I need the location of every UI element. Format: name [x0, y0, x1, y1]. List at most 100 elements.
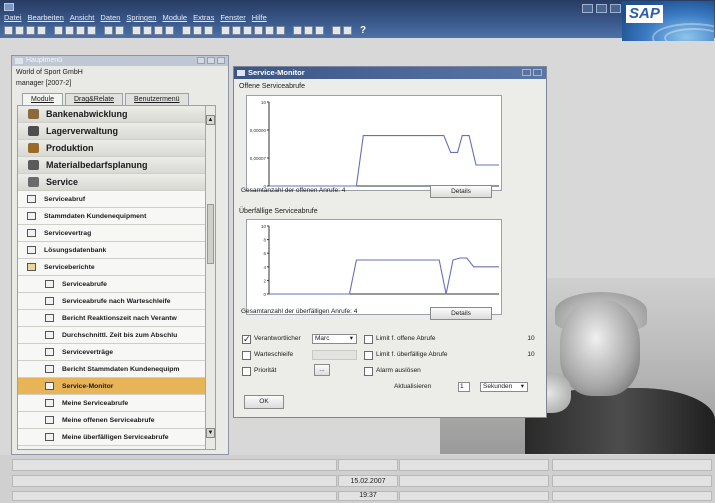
module-materialbedarfsplanung[interactable]: Materialbedarfsplanung [18, 157, 215, 174]
alert-icon[interactable] [332, 25, 341, 35]
priority-choose-button[interactable]: ... [314, 364, 330, 376]
find-icon[interactable] [104, 25, 113, 35]
scroll-up-icon[interactable]: ▲ [206, 115, 215, 125]
refresh-icon[interactable] [204, 25, 213, 35]
restore-icon[interactable] [522, 69, 531, 76]
export-icon[interactable] [37, 25, 46, 35]
tree-folder-serviceberichte[interactable]: Serviceberichte [18, 259, 215, 276]
report-service-monitor[interactable]: Service-Monitor [18, 378, 215, 395]
print-preview-icon[interactable] [15, 25, 24, 35]
module-produktion[interactable]: Produktion [18, 140, 215, 157]
minimize-icon[interactable] [582, 4, 593, 13]
calculator-icon[interactable] [54, 25, 63, 35]
report-servicevertraege[interactable]: Serviceverträge [18, 344, 215, 361]
user-fields-icon[interactable] [304, 25, 313, 35]
main-menu-titlebar[interactable]: Hauptmenü [12, 56, 228, 66]
scroll-thumb[interactable] [207, 204, 214, 264]
close-icon[interactable] [610, 4, 621, 13]
status-date: 15.02.2007 [350, 478, 386, 485]
report-icon [45, 399, 54, 407]
filter-icon[interactable] [182, 25, 191, 35]
report-reaktionszeit[interactable]: Bericht Reaktionszeit nach Verantw [18, 310, 215, 327]
overdue-details-button[interactable]: Details [430, 307, 492, 320]
menu-daten[interactable]: Daten [100, 13, 120, 22]
queue-checkbox[interactable] [242, 351, 251, 360]
limit-open-checkbox[interactable] [364, 335, 373, 344]
menu-fenster[interactable]: Fenster [220, 13, 245, 22]
previous-record-icon[interactable] [143, 25, 152, 35]
layout-designer-icon[interactable] [265, 25, 274, 35]
scroll-down-icon[interactable]: ▼ [206, 428, 215, 438]
close-icon[interactable] [217, 57, 225, 64]
app-icon[interactable] [4, 3, 14, 11]
calendar-icon[interactable] [65, 25, 74, 35]
sort-icon[interactable] [193, 25, 202, 35]
user-name: manager [2007-2] [16, 80, 72, 87]
form-icon [27, 246, 36, 254]
responsible-checkbox[interactable]: ✓ [242, 335, 251, 344]
restore-icon[interactable] [596, 4, 607, 13]
query-icon[interactable] [315, 25, 324, 35]
menu-bearbeiten[interactable]: Bearbeiten [28, 13, 64, 22]
alarm-checkbox[interactable] [364, 367, 373, 376]
limit-open-value[interactable]: 10 [519, 334, 543, 344]
refresh-unit-select[interactable]: Sekunden ▾ [480, 382, 528, 392]
print-icon[interactable] [4, 25, 13, 35]
help-icon[interactable]: ? [360, 25, 369, 35]
queue-label: Warteschleife [254, 351, 294, 358]
add-icon[interactable] [115, 25, 124, 35]
limit-overdue-checkbox[interactable] [364, 351, 373, 360]
responsible-select[interactable]: Marc ▾ [312, 334, 357, 344]
report-icon [45, 433, 54, 441]
tab-drag-relate[interactable]: Drag&Relate [64, 93, 124, 105]
tree-item-servicevertrag[interactable]: Servicevertrag [18, 225, 215, 242]
queue-field[interactable] [312, 350, 357, 360]
report-meine-serviceabrufe[interactable]: Meine Serviceabrufe [18, 395, 215, 412]
priority-checkbox[interactable] [242, 367, 251, 376]
menu-module[interactable]: Module [162, 13, 187, 22]
next-record-icon[interactable] [154, 25, 163, 35]
minimize-icon[interactable] [197, 57, 205, 64]
settings-icon[interactable] [76, 25, 85, 35]
tab-benutzermenue[interactable]: Benutzermenü [125, 93, 189, 105]
first-record-icon[interactable] [132, 25, 141, 35]
open-details-button[interactable]: Details [430, 185, 492, 198]
report-meine-ueberfaelligen[interactable]: Meine überfälligen Serviceabrufe [18, 429, 215, 446]
tree-item-loesungsdatenbank[interactable]: Lösungsdatenbank [18, 242, 215, 259]
restore-icon[interactable] [207, 57, 215, 64]
tree-item-serviceabruf[interactable]: Serviceabruf [18, 191, 215, 208]
menu-hilfe[interactable]: Hilfe [252, 13, 267, 22]
menu-datei[interactable]: Datei [4, 13, 22, 22]
gross-profit-icon[interactable] [254, 25, 263, 35]
report-warteschleife[interactable]: Serviceabrufe nach Warteschleife [18, 293, 215, 310]
report-icon [45, 365, 54, 373]
report-icon [45, 416, 54, 424]
refresh-label: Aktualisieren [394, 383, 432, 390]
menu-ansicht[interactable]: Ansicht [70, 13, 95, 22]
menu-extras[interactable]: Extras [193, 13, 214, 22]
menu-springen[interactable]: Springen [126, 13, 156, 22]
module-service[interactable]: Service [18, 174, 215, 191]
ok-button[interactable]: OK [244, 395, 284, 409]
report-abschluss[interactable]: Durchschnittl. Zeit bis zum Abschlu [18, 327, 215, 344]
target-document-icon[interactable] [232, 25, 241, 35]
tree-item-stammdaten[interactable]: Stammdaten Kundenequipment [18, 208, 215, 225]
edit-form-icon[interactable] [293, 25, 302, 35]
lock-icon[interactable] [87, 25, 96, 35]
messages-icon[interactable] [343, 25, 352, 35]
close-icon[interactable] [533, 69, 542, 76]
base-document-icon[interactable] [221, 25, 230, 35]
doc-draft-icon[interactable] [276, 25, 285, 35]
report-meine-offenen[interactable]: Meine offenen Serviceabrufe [18, 412, 215, 429]
email-icon[interactable] [26, 25, 35, 35]
module-lagerverwaltung[interactable]: Lagerverwaltung [18, 123, 215, 140]
service-monitor-titlebar[interactable]: Service-Monitor [234, 67, 546, 79]
report-stammdaten[interactable]: Bericht Stammdaten Kundenequipm [18, 361, 215, 378]
limit-overdue-value[interactable]: 10 [519, 350, 543, 360]
last-record-icon[interactable] [165, 25, 174, 35]
refresh-interval-input[interactable]: 1 [458, 382, 470, 392]
tree-scrollbar[interactable]: ▲ ▼ [205, 106, 215, 449]
journal-icon[interactable] [243, 25, 252, 35]
report-serviceabrufe[interactable]: Serviceabrufe [18, 276, 215, 293]
module-bankenabwicklung[interactable]: Bankenabwicklung [18, 106, 215, 123]
